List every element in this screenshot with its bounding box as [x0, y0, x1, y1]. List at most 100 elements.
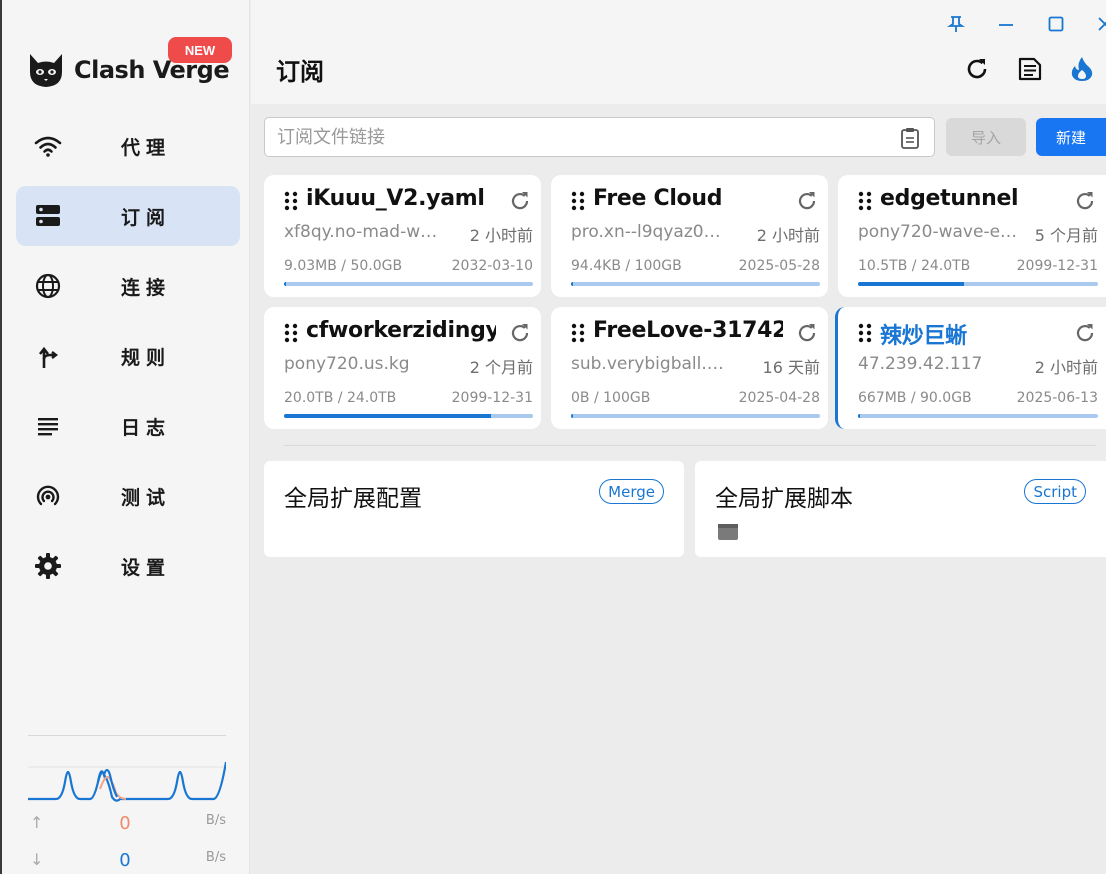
refresh-icon [967, 59, 987, 79]
merge-title: 全局扩展配置 [284, 486, 422, 512]
nav-item-profiles[interactable]: 订阅 [16, 186, 240, 246]
nav-label-test: 测试 [121, 486, 172, 509]
usage-progress-bar [284, 414, 533, 418]
maximize-icon [1048, 16, 1064, 32]
new-profile-button[interactable]: 新建 [1036, 118, 1106, 156]
global-script-card[interactable]: 全局扩展脚本 Script [695, 461, 1106, 557]
usage-progress-bar [858, 414, 1098, 418]
page-title: 订阅 [276, 58, 324, 86]
profile-name: cfworkerzidingyi [306, 318, 496, 343]
drag-handle-icon[interactable] [284, 323, 298, 343]
profile-desc: pony720.us.kg [284, 354, 410, 374]
refresh-icon[interactable] [796, 190, 818, 212]
profile-name: edgetunnel [880, 186, 1019, 211]
nav-item-rules[interactable]: 规则 [16, 326, 240, 386]
profile-card[interactable]: iKuuu_V2.yaml xf8qy.no-mad-world.club 2 … [264, 175, 541, 297]
refresh-icon[interactable] [796, 322, 818, 344]
cat-logo-icon [30, 54, 62, 87]
profile-card[interactable]: Free Cloud pro.xn--l9qyaz0e.com 2 小时前 94… [551, 175, 828, 297]
profile-updated-time: 5 个月前 [1034, 226, 1098, 245]
global-merge-card[interactable]: 全局扩展配置 Merge [264, 461, 684, 557]
profile-expire: 2025-06-13 [1016, 390, 1098, 406]
drag-handle-icon[interactable] [858, 191, 872, 211]
nav-item-proxy[interactable]: 代理 [16, 116, 240, 176]
download-unit: B/s [205, 850, 226, 865]
close-icon [1098, 17, 1106, 31]
terminal-icon[interactable] [717, 523, 739, 541]
nav-item-connections[interactable]: 连接 [16, 256, 240, 316]
subscription-url-field[interactable] [264, 117, 935, 157]
nav-item-logs[interactable]: 日志 [16, 396, 240, 456]
upload-row: ↑ 0 B/s [28, 813, 226, 834]
profile-expire: 2025-04-28 [738, 390, 820, 406]
minimize-button[interactable] [994, 12, 1018, 36]
nav-menu: 代理 订阅 连接 规则 日志 测试 设置 [16, 116, 240, 606]
arrow-down-icon: ↓ [30, 850, 44, 869]
profile-expire: 2032-03-10 [451, 258, 533, 274]
usage-progress-bar [858, 282, 1098, 286]
refresh-icon[interactable] [509, 190, 531, 212]
profile-updated-time: 2 个月前 [469, 358, 533, 377]
profile-card[interactable]: FreeLove-31742 sub.verybigball.com 16 天前… [551, 307, 828, 429]
profile-desc: xf8qy.no-mad-world.club [284, 222, 444, 242]
nav-label-logs: 日志 [121, 416, 172, 439]
refresh-icon[interactable] [1074, 322, 1096, 344]
profile-desc: 47.239.42.117 [858, 354, 983, 374]
traffic-panel: ↑ 0 B/s ↓ 0 B/s [28, 735, 226, 871]
profile-card[interactable]: edgetunnel pony720-wave-edgetunnel 5 个月前… [838, 175, 1106, 297]
nav-item-settings[interactable]: 设置 [16, 536, 240, 596]
drag-handle-icon[interactable] [571, 323, 585, 343]
profile-updated-time: 2 小时前 [469, 226, 533, 245]
fork-icon [38, 346, 58, 368]
drag-handle-icon[interactable] [571, 191, 585, 211]
script-title: 全局扩展脚本 [715, 486, 853, 512]
view-logs-button[interactable] [1015, 54, 1045, 84]
profile-name: 辣炒巨蜥 [880, 324, 967, 349]
refresh-icon[interactable] [1074, 190, 1096, 212]
import-button[interactable]: 导入 [946, 118, 1026, 156]
nav-item-test[interactable]: 测试 [16, 466, 240, 526]
sidebar: Clash Verge NEW 代理 订阅 连接 规则 日志 测试 设置 ↑ 0… [0, 0, 250, 874]
clipboard-icon[interactable] [900, 127, 920, 149]
radar-icon [36, 485, 60, 506]
merge-tag: Merge [599, 479, 664, 504]
nav-label-connections: 连接 [121, 276, 172, 299]
profile-usage: 10.5TB / 24.0TB [858, 258, 971, 274]
header: 订阅 [251, 0, 1106, 104]
drag-handle-icon[interactable] [284, 191, 298, 211]
profile-desc: pro.xn--l9qyaz0e.com [571, 222, 731, 242]
document-icon [1018, 57, 1042, 81]
close-button[interactable] [1093, 12, 1106, 36]
gear-icon [35, 553, 61, 579]
arrow-up-icon: ↑ [30, 813, 44, 832]
dns-icon [36, 205, 60, 226]
pin-icon [947, 16, 965, 32]
download-row: ↓ 0 B/s [28, 850, 226, 871]
fire-icon [1071, 57, 1093, 81]
maximize-button[interactable] [1044, 12, 1068, 36]
section-divider [284, 445, 1096, 446]
nav-label-settings: 设置 [121, 556, 172, 579]
minimize-icon [999, 24, 1013, 26]
activate-button[interactable] [1067, 54, 1097, 84]
drag-handle-icon[interactable] [858, 323, 872, 343]
profile-name: Free Cloud [593, 186, 723, 211]
profile-usage: 94.4KB / 100GB [571, 258, 682, 274]
usage-progress-bar [571, 414, 820, 418]
refresh-icon[interactable] [509, 322, 531, 344]
profile-card[interactable]: cfworkerzidingyi pony720.us.kg 2 个月前 20.… [264, 307, 541, 429]
lines-icon [38, 418, 58, 436]
usage-progress-bar [284, 282, 533, 286]
globe-icon [35, 273, 61, 299]
profile-usage: 20.0TB / 24.0TB [284, 390, 397, 406]
upload-unit: B/s [205, 813, 226, 828]
traffic-divider [28, 735, 226, 736]
profile-card-selected[interactable]: 辣炒巨蜥 47.239.42.117 2 小时前 667MB / 90.0GB … [835, 307, 1106, 429]
pin-button[interactable] [944, 12, 968, 36]
traffic-graph [28, 761, 226, 802]
nav-label-rules: 规则 [121, 346, 172, 369]
profile-usage: 0B / 100GB [571, 390, 651, 406]
profile-updated-time: 2 小时前 [756, 226, 820, 245]
refresh-all-button[interactable] [962, 54, 992, 84]
subscription-url-input[interactable] [277, 126, 877, 148]
